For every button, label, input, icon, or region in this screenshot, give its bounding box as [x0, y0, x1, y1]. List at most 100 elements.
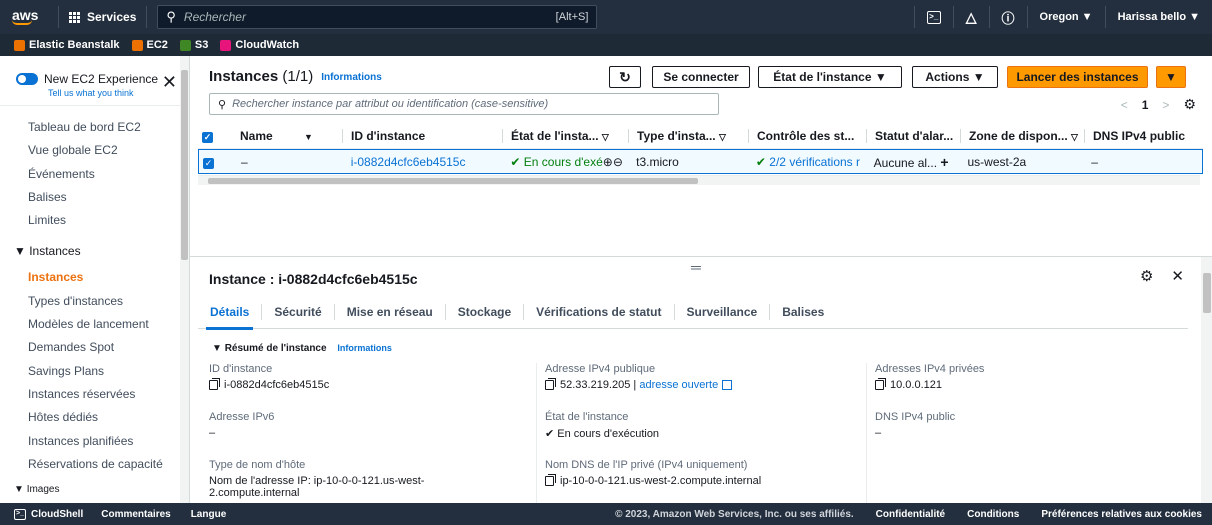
open-address-link[interactable]: adresse ouverte — [639, 379, 718, 391]
sidebar-item-instance-types[interactable]: Types d'instances — [0, 290, 189, 313]
table-horizontal-scrollbar[interactable] — [198, 175, 1200, 185]
help-button[interactable]: ⓘ — [988, 6, 1027, 28]
status-checks-link[interactable]: 2/2 vérifications r — [769, 155, 860, 169]
favorites-bar: Elastic Beanstalk EC2 S3 CloudWatch — [0, 34, 1212, 56]
instance-state-button[interactable]: État de l'instance ▼ — [758, 66, 902, 88]
actions-button[interactable]: Actions ▼ — [912, 66, 998, 88]
launch-instances-button[interactable]: Lancer des instances — [1007, 66, 1148, 88]
tab-status-checks[interactable]: Vérifications de statut — [524, 303, 675, 320]
tab-monitoring[interactable]: Surveillance — [675, 303, 771, 320]
cloudshell-icon: >_ — [14, 508, 26, 520]
table-row[interactable]: ✓ – i-0882d4cfc6eb4515c ✔ En cours d'exé… — [198, 149, 1203, 174]
favorite-label: CloudWatch — [235, 39, 300, 51]
column-header-public-dns[interactable]: DNS IPv4 public — [1084, 129, 1203, 143]
select-all-checkbox[interactable]: ✓ — [202, 132, 213, 143]
tab-security[interactable]: Sécurité — [262, 303, 335, 320]
connect-button[interactable]: Se connecter — [652, 66, 750, 88]
favorite-ec2[interactable]: EC2 — [131, 39, 168, 51]
region-selector[interactable]: Oregon ▼ — [1026, 6, 1105, 28]
resize-handle-icon[interactable]: ═ — [691, 259, 701, 275]
external-link-icon[interactable] — [722, 380, 733, 390]
add-alarm-icon[interactable]: + — [940, 154, 948, 170]
next-page-icon[interactable]: > — [1162, 98, 1169, 112]
gear-icon[interactable]: ⚙ — [1140, 267, 1153, 285]
close-icon[interactable]: ✕ — [162, 73, 177, 91]
column-header-name[interactable]: Name ▼ — [232, 129, 342, 143]
global-search-input[interactable]: ⚲ Rechercher [Alt+S] — [157, 5, 598, 29]
cookie-preferences-link[interactable]: Préférences relatives aux cookies — [1041, 509, 1202, 520]
cloudshell-footer-button[interactable]: >_ CloudShell — [14, 508, 83, 520]
sidebar-item-global-view[interactable]: Vue globale EC2 — [0, 139, 189, 162]
services-label: Services — [87, 10, 137, 24]
cloudshell-button[interactable]: >_ — [913, 6, 953, 28]
zoom-out-icon[interactable]: ⊖ — [613, 155, 623, 169]
info-link[interactable]: Informations — [321, 72, 382, 83]
language-button[interactable]: Langue — [191, 509, 227, 520]
cell-status-checks[interactable]: ✔ 2/2 vérifications r — [748, 155, 866, 169]
row-checkbox[interactable]: ✓ — [203, 157, 214, 169]
sidebar-item-tags[interactable]: Balises — [0, 186, 189, 209]
sidebar-item-events[interactable]: Événements — [0, 163, 189, 186]
tab-storage[interactable]: Stockage — [446, 303, 525, 320]
alarm-text: Aucune al... — [873, 155, 938, 170]
table-header: ✓ Name ▼ ID d'instance État de l'insta..… — [198, 124, 1203, 149]
sidebar-item-instances[interactable]: Instances — [0, 266, 189, 289]
terms-link[interactable]: Conditions — [967, 509, 1019, 520]
column-header-alarm-status[interactable]: Statut d'alar... — [866, 129, 960, 143]
summary-section-toggle[interactable]: ▼ Résumé de l'instance Informations — [212, 343, 392, 354]
footer: >_ CloudShell Commentaires Langue © 2023,… — [0, 503, 1212, 525]
new-experience-toggle[interactable] — [16, 73, 38, 85]
sidebar-item-capacity-reservations[interactable]: Réservations de capacité — [0, 453, 189, 476]
tab-networking[interactable]: Mise en réseau — [335, 303, 446, 320]
favorite-s3[interactable]: S3 — [179, 39, 208, 51]
instance-search-input[interactable]: ⚲ Rechercher instance par attribut ou id… — [209, 93, 719, 115]
refresh-button[interactable]: ↻ — [609, 66, 641, 88]
privacy-link[interactable]: Confidentialité — [876, 509, 945, 520]
feedback-button[interactable]: Commentaires — [101, 509, 170, 520]
services-menu-button[interactable]: Services — [58, 6, 148, 28]
tab-tags[interactable]: Balises — [770, 304, 836, 320]
favorite-elastic-beanstalk[interactable]: Elastic Beanstalk — [14, 39, 120, 51]
info-link[interactable]: Informations — [337, 343, 392, 353]
column-header-state[interactable]: État de l'insta... ▽ — [502, 129, 628, 143]
sidebar-item-spot-requests[interactable]: Demandes Spot — [0, 336, 189, 359]
zoom-in-icon[interactable]: ⊕ — [603, 155, 613, 169]
detail-tabs: Détails Sécurité Mise en réseau Stockage… — [198, 295, 1188, 330]
sidebar-item-savings-plans[interactable]: Savings Plans — [0, 360, 189, 383]
column-header-zone[interactable]: Zone de dispon... ▽ — [960, 129, 1084, 143]
favorite-cloudwatch[interactable]: CloudWatch — [220, 39, 299, 51]
sidebar-item-dashboard[interactable]: Tableau de bord EC2 — [0, 116, 189, 139]
copyright-text: © 2023, Amazon Web Services, Inc. ou ses… — [615, 508, 854, 520]
copy-icon[interactable] — [545, 378, 556, 390]
copy-icon[interactable] — [875, 378, 886, 390]
notifications-button[interactable]: △ — [952, 6, 989, 28]
column-header-id[interactable]: ID d'instance — [342, 129, 502, 143]
sidebar-item-launch-templates[interactable]: Modèles de lancement — [0, 313, 189, 336]
copy-icon[interactable] — [209, 378, 220, 390]
cell-instance-id[interactable]: i-0882d4cfc6eb4515c — [343, 155, 503, 169]
cell-type: t3.micro — [636, 154, 679, 169]
column-header-type[interactable]: Type d'insta... ▽ — [628, 129, 748, 143]
prev-page-icon[interactable]: < — [1121, 98, 1128, 112]
instance-detail-panel: ═ Instance : i-0882d4cfc6eb4515c ⚙ ✕ Dét… — [190, 256, 1212, 507]
sidebar-scrollbar[interactable] — [180, 56, 189, 503]
sidebar-item-reserved-instances[interactable]: Instances réservées — [0, 383, 189, 406]
gear-icon[interactable]: ⚙ — [1183, 96, 1196, 113]
close-icon[interactable]: ✕ — [1171, 267, 1184, 285]
sidebar-section-images[interactable]: ▼ Images — [0, 482, 189, 498]
hostname-value: Nom de l'adresse IP: ip-10-0-0-121.us-we… — [209, 475, 425, 487]
tab-details[interactable]: Détails — [198, 303, 263, 330]
launch-dropdown-button[interactable]: ▼ — [1156, 66, 1186, 88]
cell-alarm: Aucune al... + — [866, 154, 960, 170]
current-page[interactable]: 1 — [1142, 98, 1149, 112]
aws-logo[interactable]: aws — [12, 8, 44, 25]
copy-icon[interactable] — [545, 474, 556, 486]
column-header-status-check[interactable]: Contrôle des st... — [748, 129, 866, 143]
sidebar-item-limits[interactable]: Limites — [0, 209, 189, 232]
sidebar-item-scheduled-instances[interactable]: Instances planifiées — [0, 430, 189, 453]
detail-scrollbar[interactable] — [1201, 257, 1212, 504]
sidebar-item-dedicated-hosts[interactable]: Hôtes dédiés — [0, 406, 189, 429]
sidebar-section-instances[interactable]: ▼ Instances — [0, 236, 189, 266]
feedback-link[interactable]: Tell us what you think — [48, 88, 158, 98]
user-menu[interactable]: Harissa bello ▼ — [1104, 6, 1212, 28]
